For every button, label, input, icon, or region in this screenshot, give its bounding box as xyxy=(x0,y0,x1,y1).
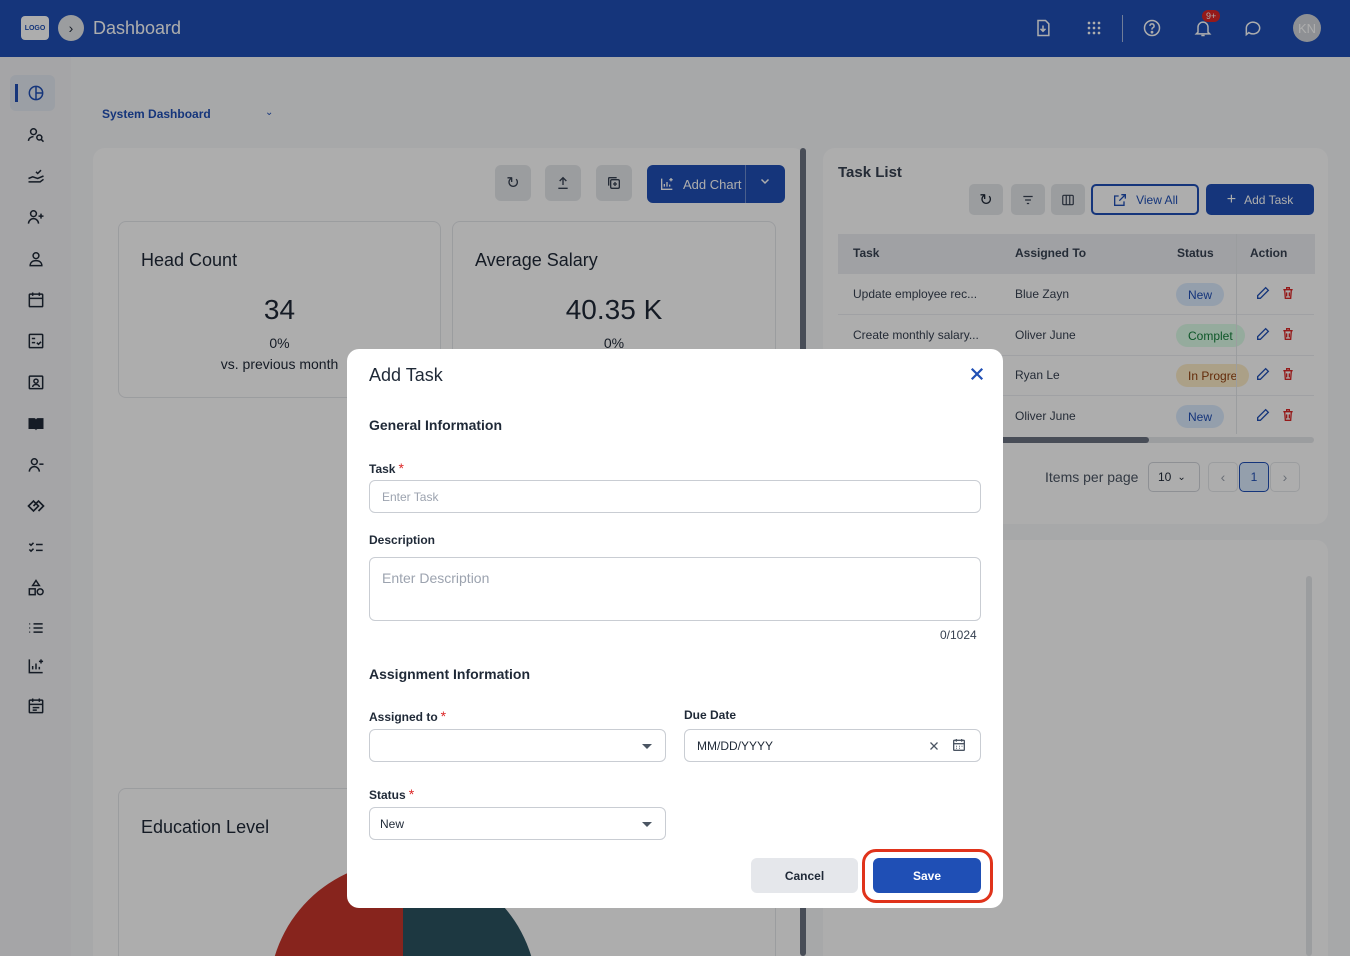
required-indicator: * xyxy=(440,708,447,724)
task-input[interactable]: Enter Task xyxy=(369,480,981,513)
assigned-to-label-text: Assigned to xyxy=(369,710,438,724)
add-task-dialog: Add Task General Information Task * Enter… xyxy=(347,349,1003,908)
status-label-text: Status xyxy=(369,788,406,802)
clear-icon[interactable] xyxy=(928,740,940,752)
assigned-to-field-label: Assigned to * xyxy=(369,708,446,724)
dropdown-caret-icon xyxy=(642,822,652,827)
close-icon[interactable] xyxy=(968,365,986,383)
description-character-counter: 0/1024 xyxy=(940,628,977,642)
status-value: New xyxy=(380,816,405,831)
calendar-icon[interactable] xyxy=(951,737,967,753)
status-select[interactable]: New xyxy=(369,807,666,840)
due-date-value: MM/DD/YYYY xyxy=(697,738,774,753)
save-button[interactable]: Save xyxy=(873,858,981,893)
required-indicator: * xyxy=(408,786,415,802)
description-textarea[interactable]: Enter Description xyxy=(369,557,981,621)
task-field-label: Task * xyxy=(369,460,404,476)
dropdown-caret-icon xyxy=(642,744,652,749)
cancel-button[interactable]: Cancel xyxy=(751,858,858,893)
due-date-input[interactable]: MM/DD/YYYY xyxy=(684,729,981,762)
task-label-text: Task xyxy=(369,462,396,476)
task-placeholder: Enter Task xyxy=(382,489,439,504)
dialog-title: Add Task xyxy=(369,365,443,385)
description-label: Description xyxy=(369,533,436,547)
required-indicator: * xyxy=(398,460,404,476)
general-information-heading: General Information xyxy=(369,417,503,433)
description-placeholder: Enter Description xyxy=(382,570,490,586)
assigned-to-select[interactable] xyxy=(369,729,666,762)
assignment-information-heading: Assignment Information xyxy=(369,666,531,682)
status-field-label: Status * xyxy=(369,786,414,802)
due-date-label: Due Date xyxy=(684,708,737,722)
